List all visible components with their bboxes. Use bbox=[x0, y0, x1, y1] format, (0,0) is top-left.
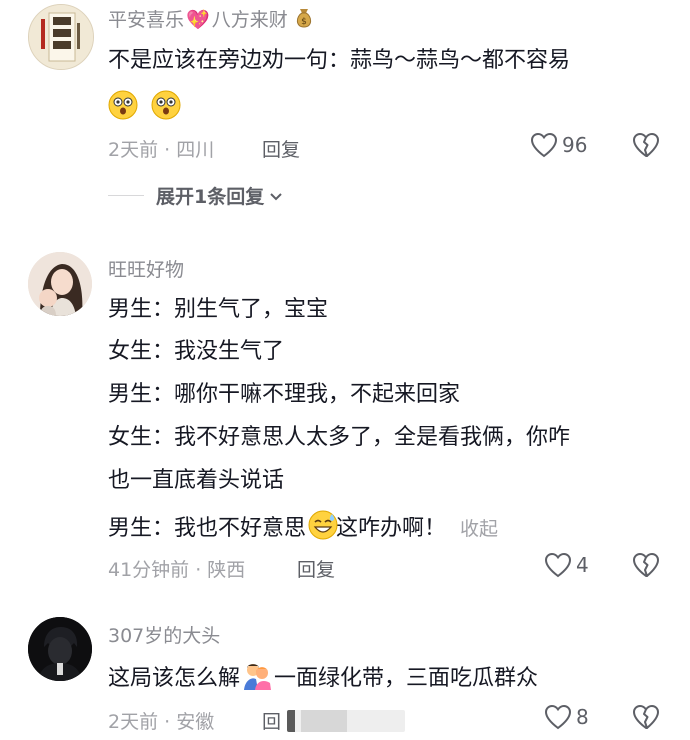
comment-meta: 2天前 · 四川 bbox=[108, 139, 215, 161]
hugging-people-icon bbox=[242, 662, 272, 690]
comment-text: 男生：哪你干嘛不理我，不起来回家 bbox=[108, 382, 461, 407]
dislike-button[interactable] bbox=[632, 552, 660, 582]
avatar[interactable] bbox=[28, 4, 94, 70]
comment-text: 男生：别生气了，宝宝 bbox=[108, 297, 329, 322]
reply-button[interactable]: 回 bbox=[262, 707, 406, 734]
chevron-down-icon bbox=[270, 192, 282, 200]
comment-text: 不是应该在旁边劝一句：蒜鸟～蒜鸟～都不容易 bbox=[108, 48, 571, 73]
watermark-overlay bbox=[287, 710, 406, 732]
comment-text-segment: 这局该怎么解 bbox=[108, 666, 241, 691]
comment-text-segment: 男生：我也不好意思 bbox=[108, 516, 307, 541]
reply-button-label: 回 bbox=[262, 711, 282, 733]
reply-button[interactable]: 回复 bbox=[262, 135, 300, 162]
dislike-button[interactable] bbox=[632, 132, 660, 162]
reply-button[interactable]: 回复 bbox=[297, 555, 335, 582]
avatar[interactable] bbox=[28, 617, 92, 681]
like-button[interactable]: 96 bbox=[530, 132, 587, 158]
username[interactable]: 307岁的大头 bbox=[108, 621, 220, 648]
broken-heart-icon bbox=[633, 704, 660, 729]
expand-divider bbox=[108, 195, 144, 196]
heart-icon bbox=[544, 704, 572, 730]
comment-meta: 41分钟前 · 陕西 bbox=[108, 559, 246, 581]
collapse-button[interactable]: 收起 bbox=[460, 518, 498, 540]
emoji-row bbox=[108, 90, 181, 123]
heart-icon bbox=[544, 552, 572, 578]
like-button[interactable]: 8 bbox=[544, 704, 589, 730]
dislike-button[interactable] bbox=[632, 704, 660, 734]
like-count: 4 bbox=[576, 553, 589, 577]
comment-text: 也一直底着头说话 bbox=[108, 468, 285, 493]
astonished-face-icon bbox=[108, 90, 138, 120]
broken-heart-icon bbox=[633, 552, 660, 577]
username[interactable]: 平安喜乐 💖 八方来财 $ bbox=[108, 5, 314, 32]
sparkling-heart-icon: 💖 bbox=[186, 9, 210, 31]
username-text: 平安喜乐 bbox=[108, 9, 185, 31]
comment-text: 女生：我没生气了 bbox=[108, 339, 285, 364]
expand-replies-label: 展开1条回复 bbox=[156, 186, 265, 208]
comment-text-last: 男生：我也不好意思 这咋办啊！ 收起 bbox=[108, 510, 498, 543]
comment-text: 女生：我不好意思人太多了，全是看我俩，你咋 bbox=[108, 425, 571, 450]
expand-replies-button[interactable]: 展开1条回复 bbox=[108, 182, 284, 209]
username-text-2: 八方来财 bbox=[211, 9, 288, 31]
sweat-smile-icon bbox=[308, 510, 338, 540]
comment-text-segment: 这咋办啊！ bbox=[336, 516, 447, 541]
avatar[interactable] bbox=[28, 252, 92, 316]
broken-heart-icon bbox=[633, 132, 660, 157]
like-button[interactable]: 4 bbox=[544, 552, 589, 578]
astonished-face-icon bbox=[151, 90, 181, 120]
heart-icon bbox=[530, 132, 558, 158]
like-count: 96 bbox=[562, 133, 588, 157]
like-count: 8 bbox=[576, 705, 589, 729]
comment-text-segment: 一面绿化带，三面吃瓜群众 bbox=[274, 666, 539, 691]
username[interactable]: 旺旺好物 bbox=[108, 255, 184, 282]
comment-meta: 2天前 · 安徽 bbox=[108, 711, 215, 733]
svg-text:$: $ bbox=[301, 17, 307, 27]
money-bag-icon: $ bbox=[296, 9, 311, 28]
comment-text: 这局该怎么解 一面绿化带，三面吃瓜群众 bbox=[108, 662, 538, 693]
